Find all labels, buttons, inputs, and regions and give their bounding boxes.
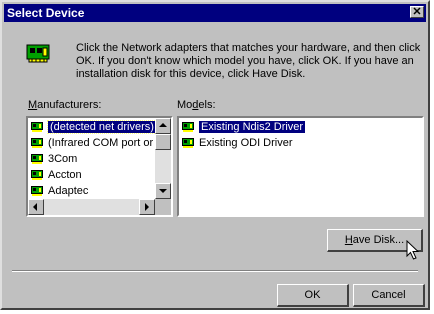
ok-button[interactable]: OK	[277, 284, 349, 307]
network-adapter-icon	[26, 44, 50, 63]
arrow-right-icon	[145, 203, 149, 211]
network-card-icon	[31, 170, 43, 180]
list-item[interactable]: Existing Ndis2 Driver	[179, 119, 422, 135]
list-item[interactable]: Accton	[28, 167, 155, 183]
arrow-up-icon	[159, 123, 167, 127]
scroll-down-button[interactable]	[155, 183, 171, 199]
network-card-icon	[31, 122, 43, 132]
models-list[interactable]: Existing Ndis2 Driver Existing ODI Drive…	[177, 116, 424, 217]
arrow-left-icon	[33, 203, 37, 211]
dialog-title: Select Device	[7, 6, 85, 20]
network-card-icon	[182, 138, 194, 148]
list-item[interactable]: Adaptec	[28, 183, 155, 199]
horizontal-scrollbar[interactable]	[28, 199, 155, 215]
network-card-icon	[182, 122, 194, 132]
network-card-icon	[31, 186, 43, 196]
close-icon: ✕	[412, 6, 422, 18]
manufacturers-label: Manufacturers:	[28, 99, 102, 111]
list-item[interactable]: (detected net drivers)	[28, 119, 155, 135]
divider	[12, 270, 418, 272]
close-button[interactable]: ✕	[410, 6, 424, 18]
scroll-right-button[interactable]	[139, 199, 155, 215]
models-label: Models:	[177, 99, 216, 111]
manufacturers-list[interactable]: (detected net drivers) (Infrared COM por…	[26, 116, 173, 217]
scroll-up-button[interactable]	[155, 118, 171, 134]
scroll-thumb[interactable]	[155, 134, 171, 150]
network-card-icon	[31, 154, 43, 164]
mouse-pointer-icon	[406, 240, 420, 260]
list-item[interactable]: (Infrared COM port or dc	[28, 135, 155, 151]
select-device-dialog: Select Device ✕ Click the Network adapte…	[0, 0, 430, 310]
scroll-left-button[interactable]	[28, 199, 44, 215]
vertical-scrollbar[interactable]	[155, 118, 171, 199]
arrow-down-icon	[159, 189, 167, 193]
list-item[interactable]: 3Com	[28, 151, 155, 167]
cancel-button[interactable]: Cancel	[353, 284, 425, 307]
network-card-icon	[31, 138, 43, 148]
instructions-text: Click the Network adapters that matches …	[76, 42, 421, 80]
scroll-corner	[155, 199, 171, 215]
list-item[interactable]: Existing ODI Driver	[179, 135, 422, 151]
title-bar[interactable]: Select Device ✕	[4, 4, 426, 22]
